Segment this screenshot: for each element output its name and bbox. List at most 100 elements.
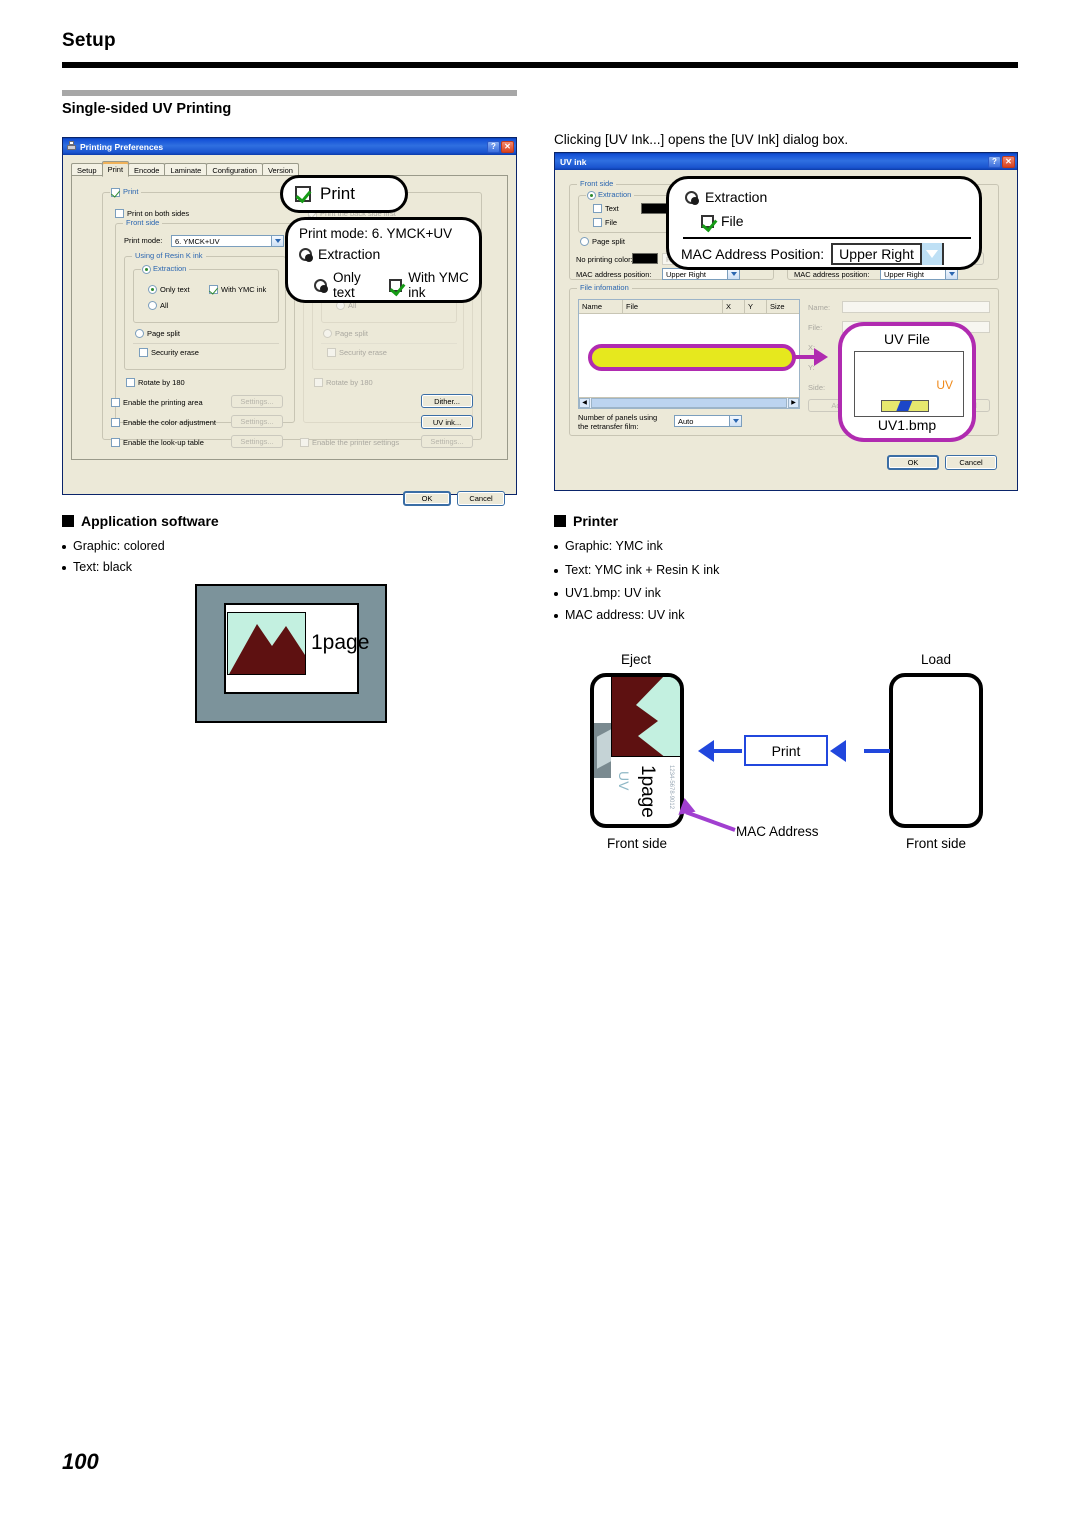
callout-uv-file-label: File: [721, 213, 744, 229]
all-label: All: [160, 301, 169, 310]
uv-front-mac-position-row: MAC address position:: [576, 270, 651, 279]
extraction-radio[interactable]: [142, 265, 151, 274]
chevron-down-icon: [919, 243, 942, 265]
uv-front-text-color-swatch[interactable]: [641, 203, 667, 214]
printer-bullet-1: Text: YMC ink + Resin K ink: [554, 563, 719, 577]
chevron-down-icon[interactable]: [945, 269, 957, 279]
mountain-graphic-icon: [612, 677, 664, 756]
col-name[interactable]: Name: [579, 300, 623, 313]
chevron-down-icon[interactable]: [271, 236, 283, 246]
printer-heading: Printer: [554, 513, 618, 529]
enable-lookup-table-checkbox[interactable]: [111, 438, 120, 447]
detail-side-label: Side:: [808, 383, 826, 392]
enable-printer-settings-row: Enable the printer settings: [300, 438, 399, 447]
with-ymc-checkbox[interactable]: [209, 285, 218, 294]
only-text-radio[interactable]: [148, 285, 157, 294]
help-button[interactable]: ?: [988, 155, 1001, 168]
ok-button[interactable]: OK: [403, 491, 451, 506]
print-checkbox[interactable]: [111, 188, 120, 197]
app-card-graphic: [227, 612, 306, 675]
card-uv-text: UV: [616, 771, 632, 791]
scroll-right-arrow-icon[interactable]: ▶: [788, 398, 799, 408]
enable-printing-area-label: Enable the printing area: [123, 398, 203, 407]
uv-cancel-button[interactable]: Cancel: [945, 455, 997, 470]
chevron-down-icon[interactable]: [727, 269, 739, 279]
extraction-group: Extraction Only text With YMC ink All: [133, 264, 279, 323]
print-on-both-sides-row[interactable]: Print on both sides: [115, 209, 189, 218]
scroll-thumb[interactable]: [591, 398, 787, 408]
uv-front-page-split-radio[interactable]: [580, 237, 589, 246]
callout-with-ymc-label: With YMC ink: [408, 270, 469, 300]
rotate-180-label: Rotate by 180: [138, 378, 185, 387]
all-radio[interactable]: [148, 301, 157, 310]
only-text-row[interactable]: Only text: [148, 285, 190, 294]
callout-uv-extraction-label: Extraction: [705, 189, 768, 205]
app-bullet-0-text: Graphic: colored: [73, 539, 165, 553]
uv-back-mac-position-label: MAC address position:: [794, 270, 870, 279]
chevron-down-icon[interactable]: [729, 416, 741, 426]
color-adjustment-settings-button: Settings...: [231, 415, 283, 428]
col-x[interactable]: X: [723, 300, 745, 313]
callout-print-mode-line: Print mode: 6. YMCK+UV: [299, 226, 453, 241]
security-erase-row[interactable]: Security erase: [139, 348, 199, 357]
separator: [133, 343, 279, 344]
loaded-card: [889, 673, 983, 828]
enable-lookup-table-row[interactable]: Enable the look-up table: [111, 438, 204, 447]
uv-back-mac-position-value: Upper Right: [884, 269, 925, 279]
col-size[interactable]: Size: [767, 300, 797, 313]
uv-front-no-print-color-swatch[interactable]: [632, 253, 658, 264]
section-title: Single-sided UV Printing: [62, 101, 232, 117]
scroll-left-arrow-icon[interactable]: ◀: [579, 398, 590, 408]
security-erase-checkbox[interactable]: [139, 348, 148, 357]
printer-icon: [66, 141, 77, 152]
uv-front-file-row[interactable]: File: [593, 218, 617, 227]
page-split-row[interactable]: Page split: [135, 329, 180, 338]
separator: [321, 343, 457, 344]
back-rotate-180-label: Rotate by 180: [326, 378, 373, 387]
bullet-dot-icon: [554, 592, 558, 596]
rotate-180-row[interactable]: Rotate by 180: [126, 378, 185, 387]
col-file[interactable]: File: [623, 300, 723, 313]
panels-label-line1: Number of panels using: [578, 413, 658, 422]
callout-print: Print: [280, 175, 408, 213]
print-arrow-right-head: [830, 740, 846, 762]
file-list-hscrollbar[interactable]: ◀ ▶: [579, 397, 799, 408]
with-ymc-row[interactable]: With YMC ink: [209, 285, 266, 294]
callout-print-checkbox: [295, 186, 311, 202]
panels-label-line2: the retransfer film:: [578, 422, 639, 431]
uv-dialog-titlebar: UV ink ? ✕: [555, 153, 1017, 170]
callout-print-label: Print: [320, 184, 355, 203]
dither-button[interactable]: Dither...: [421, 394, 473, 408]
rotate-180-checkbox[interactable]: [126, 378, 135, 387]
print-mode-combo[interactable]: 6. YMCK+UV: [171, 235, 284, 247]
cancel-button[interactable]: Cancel: [457, 491, 505, 506]
close-icon[interactable]: ✕: [501, 140, 514, 153]
uv-front-file-checkbox[interactable]: [593, 218, 602, 227]
detail-name-label: Name:: [808, 303, 831, 312]
enable-printing-area-row[interactable]: Enable the printing area: [111, 398, 203, 407]
load-label: Load: [920, 652, 952, 667]
tab-print[interactable]: Print: [101, 161, 130, 177]
uv-front-page-split-row[interactable]: Page split: [580, 237, 625, 246]
close-icon[interactable]: ✕: [1002, 155, 1015, 168]
col-y[interactable]: Y: [745, 300, 767, 313]
uv-front-extraction-radio[interactable]: [587, 191, 596, 200]
enable-printing-area-checkbox[interactable]: [111, 398, 120, 407]
panels-combo[interactable]: Auto: [674, 415, 742, 427]
uv-ink-button[interactable]: UV ink...: [421, 415, 473, 429]
uv-front-text-row[interactable]: Text: [593, 204, 619, 213]
enable-printer-settings-label: Enable the printer settings: [312, 438, 400, 447]
enable-color-adjustment-row[interactable]: Enable the color adjustment: [111, 418, 216, 427]
lookup-table-settings-button: Settings...: [231, 435, 283, 448]
back-page-split-row: Page split: [323, 329, 368, 338]
header-divider: [62, 62, 1018, 68]
callout-extraction-label: Extraction: [318, 246, 381, 262]
bullet-dot-icon: [62, 566, 66, 570]
enable-color-adjustment-checkbox[interactable]: [111, 418, 120, 427]
print-on-both-sides-checkbox[interactable]: [115, 209, 124, 218]
uv-front-text-checkbox[interactable]: [593, 204, 602, 213]
help-button[interactable]: ?: [487, 140, 500, 153]
all-row[interactable]: All: [148, 301, 168, 310]
uv-ok-button[interactable]: OK: [887, 455, 939, 470]
page-split-radio[interactable]: [135, 329, 144, 338]
